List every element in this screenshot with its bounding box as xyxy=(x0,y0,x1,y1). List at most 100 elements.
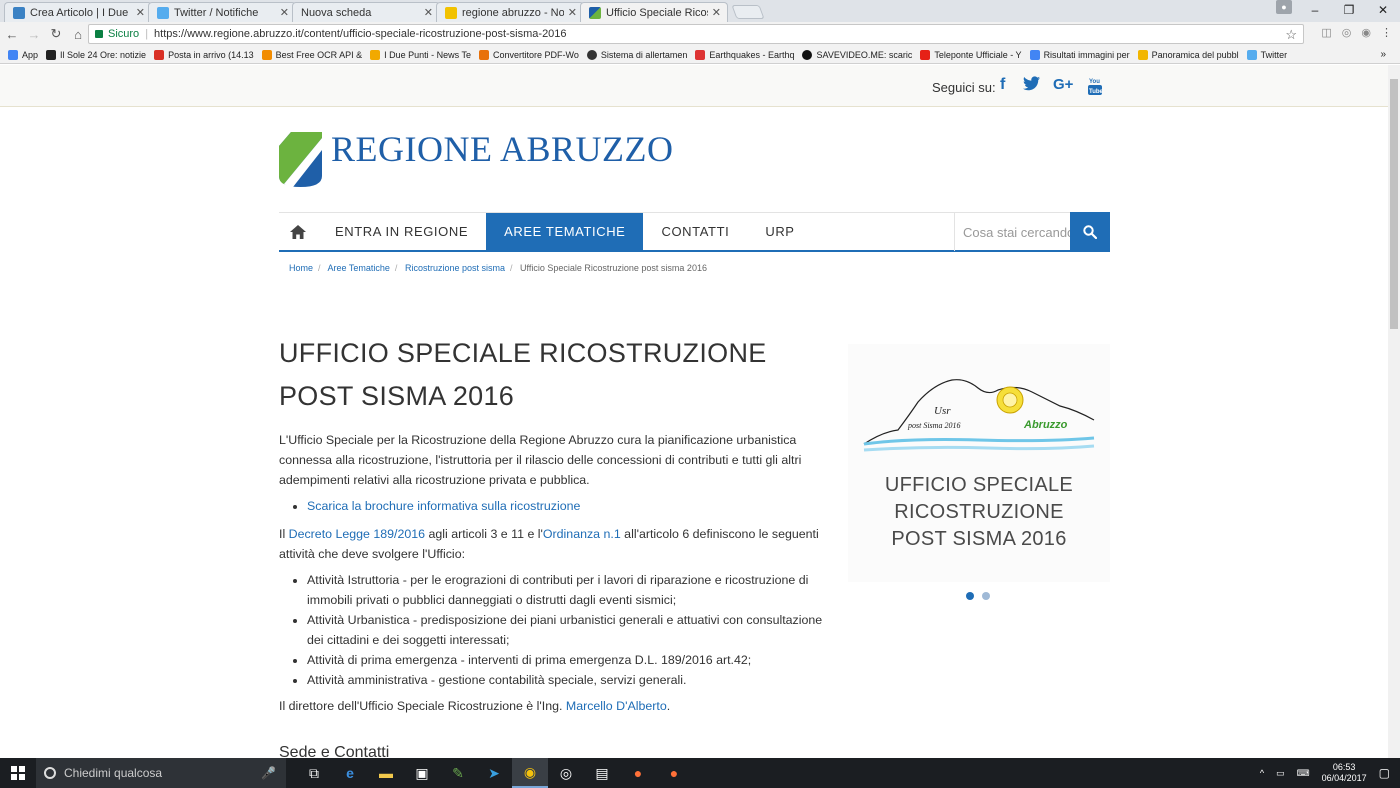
slider-caption: UFFICIO SPECIALE RICOSTRUZIONE POST SISM… xyxy=(848,472,1110,553)
firefox-icon[interactable]: ● xyxy=(656,758,692,788)
tab-favicon-icon xyxy=(589,6,601,19)
bookmark-item[interactable]: Twitter xyxy=(1246,49,1287,60)
bookmark-item[interactable]: Posta in arrivo (14.13 xyxy=(154,49,254,60)
twitter-icon[interactable] xyxy=(1023,76,1040,96)
breadcrumb-aree-tematiche[interactable]: Aree Tematiche xyxy=(328,263,390,273)
bookmark-label: Earthquakes - Earthq xyxy=(709,49,795,60)
extension-icon[interactable]: ◎ xyxy=(1342,26,1352,39)
telegram-icon[interactable]: ➤ xyxy=(476,758,512,788)
breadcrumb-ricostruzione[interactable]: Ricostruzione post sisma xyxy=(405,263,505,273)
regione-abruzzo-logo[interactable] xyxy=(279,132,322,187)
ordinanza-link[interactable]: Ordinanza n.1 xyxy=(543,527,621,541)
list-item: Attività Istruttoria - per le erograzion… xyxy=(307,570,824,610)
close-icon[interactable]: ✕ xyxy=(712,6,721,19)
divider: | xyxy=(145,28,149,40)
taskbar-clock[interactable]: 06:53 06/04/2017 xyxy=(1322,762,1367,784)
slider-image[interactable]: Usr post Sisma 2016 Abruzzo UFFICIO SPEC… xyxy=(848,344,1110,582)
microphone-icon[interactable]: 🎤 xyxy=(261,766,276,780)
browser-tab[interactable]: Crea Articolo | I Due Punt ✕ xyxy=(4,2,152,22)
youtube-icon[interactable]: You Tube xyxy=(1088,77,1104,100)
task-view-icon[interactable]: ⧉ xyxy=(296,758,332,788)
bookmark-item[interactable]: Risultati immagini per xyxy=(1029,49,1130,60)
firefox-icon[interactable]: ● xyxy=(620,758,656,788)
extension-icon[interactable]: ◉ xyxy=(1361,26,1371,39)
facebook-icon[interactable]: f xyxy=(1000,76,1005,94)
home-icon[interactable]: ⌂ xyxy=(68,27,88,42)
bookmark-item[interactable]: SAVEVIDEO.ME: scaric xyxy=(802,49,912,60)
close-window-icon[interactable]: ✕ xyxy=(1366,3,1400,17)
bookmark-item[interactable]: Sistema di allertamen xyxy=(586,49,687,60)
app-icon[interactable]: ✎ xyxy=(440,758,476,788)
keyboard-icon[interactable]: ⌨ xyxy=(1297,768,1310,779)
nav-urp[interactable]: URP xyxy=(747,213,812,250)
close-icon[interactable]: ✕ xyxy=(568,6,577,19)
bookmark-star-icon[interactable]: ☆ xyxy=(1285,27,1297,43)
more-bookmarks-icon[interactable]: » xyxy=(1380,49,1386,60)
apps-icon xyxy=(8,49,18,60)
brochure-link[interactable]: Scarica la brochure informativa sulla ri… xyxy=(307,499,580,513)
menu-icon[interactable]: ⋮ xyxy=(1381,26,1392,39)
bookmark-item[interactable]: App xyxy=(8,49,38,60)
caption-line: UFFICIO SPECIALE xyxy=(884,474,1074,496)
browser-toolbar: ← → ↻ ⌂ Sicuro | https://www.regione.abr… xyxy=(0,22,1400,46)
bookmark-item[interactable]: Best Free OCR API & xyxy=(261,49,362,60)
tab-favicon-icon xyxy=(13,6,25,19)
bookmark-item[interactable]: Il Sole 24 Ore: notizie xyxy=(46,49,146,60)
nav-aree-tematiche[interactable]: AREE TEMATICHE xyxy=(486,213,644,250)
windows-taskbar: Chiedimi qualcosa 🎤 ⧉ e ▬ ▣ ✎ ➤ ◉ ◎ ▤ ● … xyxy=(0,758,1400,788)
search-icon xyxy=(1083,225,1097,239)
close-icon[interactable]: ✕ xyxy=(280,6,289,19)
url-text[interactable]: https://www.regione.abruzzo.it/content/u… xyxy=(154,28,567,40)
close-icon[interactable]: ✕ xyxy=(424,6,433,19)
taskbar-search-input[interactable]: Chiedimi qualcosa 🎤 xyxy=(36,758,286,788)
bookmark-item[interactable]: I Due Punti - News Te xyxy=(370,49,471,60)
google-plus-icon[interactable]: G+ xyxy=(1053,76,1073,93)
minimize-icon[interactable]: – xyxy=(1298,3,1332,17)
bookmark-item[interactable]: Panoramica del pubbl xyxy=(1137,49,1239,60)
forward-icon[interactable]: → xyxy=(24,27,44,42)
bookmark-label: Posta in arrivo (14.13 xyxy=(168,49,254,60)
address-bar[interactable]: Sicuro | https://www.regione.abruzzo.it/… xyxy=(88,24,1304,44)
brochure-list: Scarica la brochure informativa sulla ri… xyxy=(307,496,824,516)
store-icon[interactable]: ▣ xyxy=(404,758,440,788)
restore-icon[interactable]: ❐ xyxy=(1332,3,1366,17)
scrollbar-thumb[interactable] xyxy=(1390,79,1398,329)
secure-label: Sicuro xyxy=(108,28,140,40)
list-item: Scarica la brochure informativa sulla ri… xyxy=(307,496,824,516)
app-icon[interactable]: ◎ xyxy=(548,758,584,788)
back-icon[interactable]: ← xyxy=(2,27,22,42)
new-tab-button[interactable] xyxy=(731,5,765,19)
page-scrollbar[interactable] xyxy=(1388,65,1400,758)
tab-favicon-icon xyxy=(157,6,169,19)
browser-tab-active[interactable]: Ufficio Speciale Ricostruz ✕ xyxy=(580,2,728,22)
bookmark-item[interactable]: Teleponte Ufficiale - Y xyxy=(920,49,1022,60)
decreto-legge-link[interactable]: Decreto Legge 189/2016 xyxy=(289,527,425,541)
close-icon[interactable]: ✕ xyxy=(136,6,145,19)
bookmark-item[interactable]: Earthquakes - Earthq xyxy=(695,49,795,60)
extension-icon[interactable]: ◫ xyxy=(1321,26,1331,39)
tray-arrow-icon[interactable]: ^ xyxy=(1260,768,1264,778)
edge-icon[interactable]: e xyxy=(332,758,368,788)
home-icon[interactable] xyxy=(279,213,317,250)
bookmark-item[interactable]: Convertitore PDF-Wo xyxy=(479,49,579,60)
slider-dot[interactable] xyxy=(982,592,990,600)
file-explorer-icon[interactable]: ▬ xyxy=(368,758,404,788)
chrome-icon[interactable]: ◉ xyxy=(512,758,548,788)
director-link[interactable]: Marcello D'Alberto xyxy=(566,699,667,713)
notifications-icon[interactable]: ▢ xyxy=(1379,766,1390,780)
slider-dot-active[interactable] xyxy=(966,592,974,600)
search-input[interactable]: Cosa stai cercando xyxy=(954,213,1070,251)
browser-tab[interactable]: regione abruzzo - Norto ✕ xyxy=(436,2,584,22)
profile-icon[interactable]: ● xyxy=(1276,0,1292,14)
windows-start-icon[interactable] xyxy=(0,766,36,780)
video-editor-icon[interactable]: ▤ xyxy=(584,758,620,788)
network-icon[interactable]: ▭ xyxy=(1276,768,1285,779)
site-brand-title[interactable]: REGIONE ABRUZZO xyxy=(331,128,674,170)
nav-contatti[interactable]: CONTATTI xyxy=(643,213,747,250)
reload-icon[interactable]: ↻ xyxy=(46,26,66,42)
search-button[interactable] xyxy=(1070,212,1110,252)
browser-tab[interactable]: Twitter / Notifiche ✕ xyxy=(148,2,296,22)
breadcrumb-home[interactable]: Home xyxy=(289,263,313,273)
browser-tab[interactable]: Nuova scheda ✕ xyxy=(292,2,440,22)
nav-entra-in-regione[interactable]: ENTRA IN REGIONE xyxy=(317,213,486,250)
